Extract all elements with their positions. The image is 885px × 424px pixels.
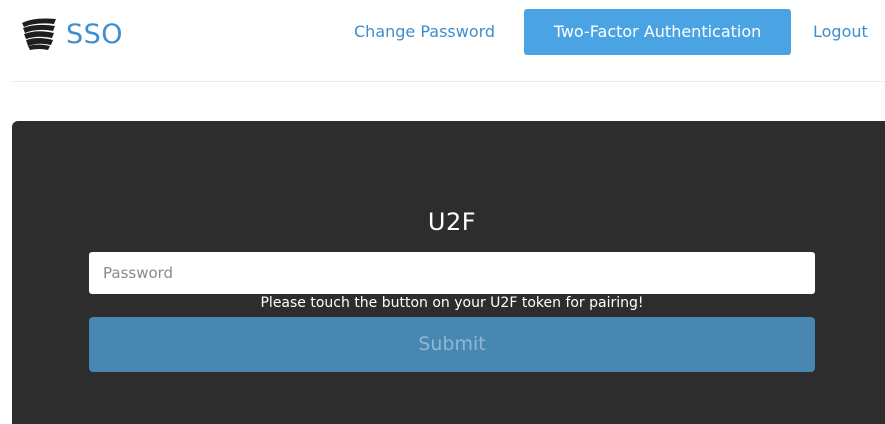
brand-link[interactable]: SSO [20, 14, 123, 54]
u2f-panel: U2F Please touch the button on your U2F … [12, 121, 885, 424]
u2f-touch-hint: Please touch the button on your U2F toke… [260, 295, 644, 311]
nav-two-factor-authentication-link[interactable]: Two-Factor Authentication [524, 9, 791, 55]
header-divider [12, 81, 885, 82]
top-navbar: SSO Change Password Two-Factor Authentic… [0, 0, 885, 82]
layered-wave-logo-icon [22, 18, 56, 50]
password-input[interactable] [89, 252, 815, 294]
brand-name: SSO [66, 18, 124, 50]
submit-button[interactable]: Submit [89, 317, 815, 372]
app-window: SSO Change Password Two-Factor Authentic… [0, 0, 885, 424]
nav-change-password-link[interactable]: Change Password [354, 9, 495, 55]
panel-title: U2F [427, 208, 477, 236]
nav-logout-link[interactable]: Logout [813, 9, 868, 55]
